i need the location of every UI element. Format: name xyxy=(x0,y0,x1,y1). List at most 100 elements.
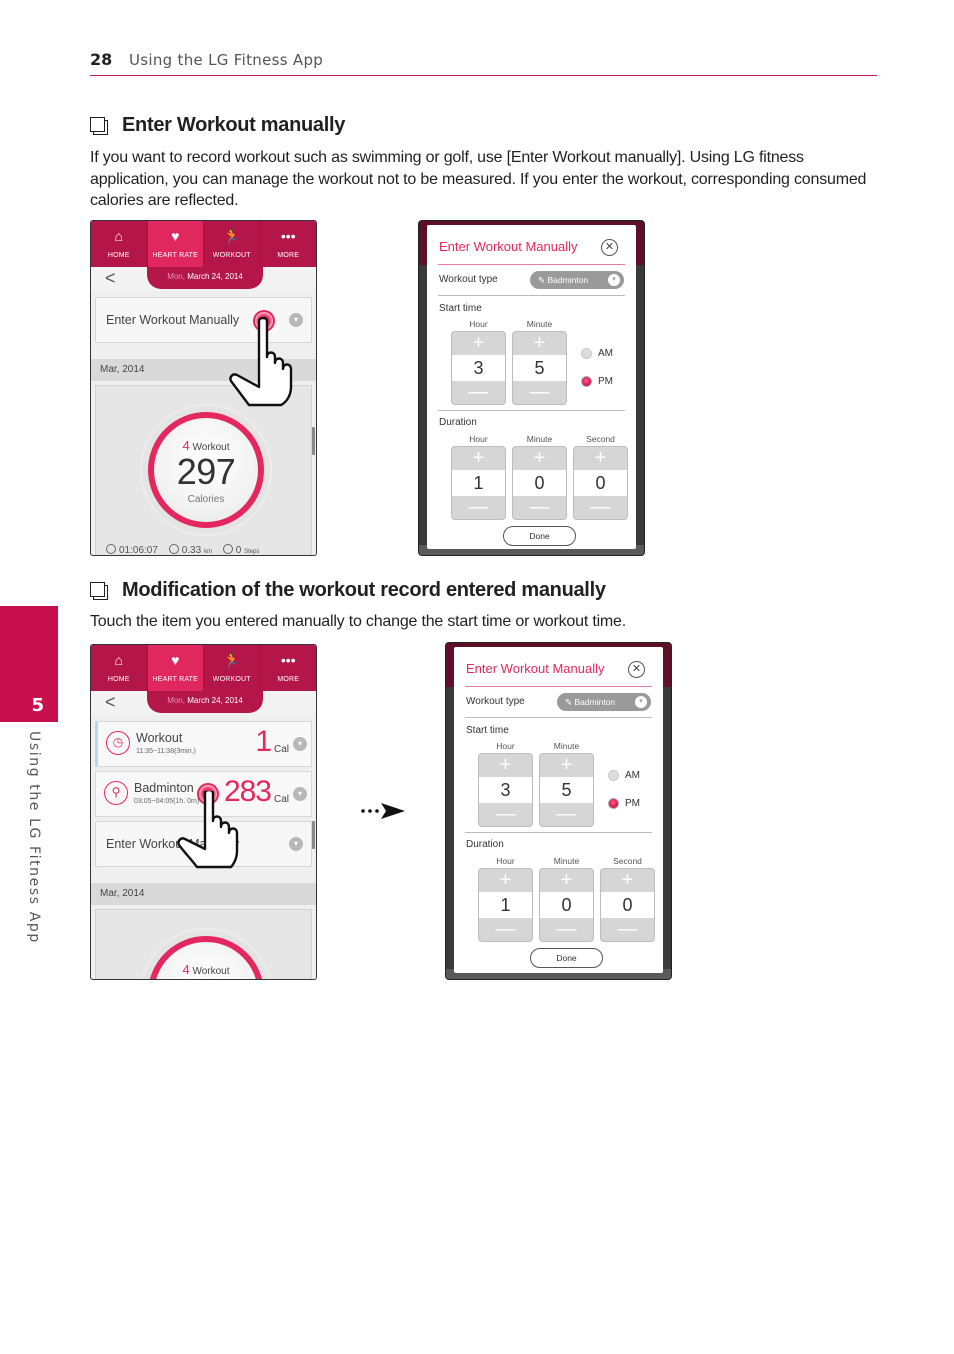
close-icon[interactable]: ✕ xyxy=(601,239,618,256)
chapter-label: Using the LG Fitness App xyxy=(26,731,42,944)
start-minute-value[interactable]: 5 xyxy=(540,777,593,803)
decrement-button[interactable]: — xyxy=(540,803,593,826)
done-button[interactable]: Done xyxy=(503,526,576,546)
month-header: Mar, 2014 xyxy=(91,883,316,905)
tab-more[interactable]: ••• MORE xyxy=(261,645,317,691)
decrement-button[interactable]: — xyxy=(540,918,593,941)
decrement-button[interactable]: — xyxy=(479,803,532,826)
decrement-button[interactable]: — xyxy=(513,496,566,519)
increment-button[interactable]: + xyxy=(479,754,532,777)
summary-stats: 01:06:07 0.33 km 0 Steps xyxy=(106,544,259,556)
decrement-button[interactable]: — xyxy=(452,381,505,404)
heart-rate-icon: ♥ xyxy=(171,228,180,244)
increment-button[interactable]: + xyxy=(540,869,593,892)
increment-button[interactable]: + xyxy=(574,447,627,470)
decrement-button[interactable]: — xyxy=(452,496,505,519)
done-button[interactable]: Done xyxy=(530,948,603,968)
steps-icon xyxy=(222,544,233,554)
date-bar: < Mon, March 24, 2014 xyxy=(91,691,316,715)
decrement-button[interactable]: — xyxy=(574,496,627,519)
daily-summary-panel: 4 Workout xyxy=(95,909,312,979)
increment-button[interactable]: + xyxy=(452,447,505,470)
page-header: 28 Using the LG Fitness App xyxy=(90,48,877,76)
am-radio[interactable]: AM xyxy=(608,770,640,781)
home-icon: ⌂ xyxy=(114,652,123,668)
pointing-hand-icon xyxy=(229,317,293,407)
tab-workout[interactable]: 🏃 WORKOUT xyxy=(204,221,261,267)
workout-type-dropdown[interactable]: ✎ Badminton ▾ xyxy=(557,693,651,711)
speed-icon xyxy=(168,544,179,554)
tab-workout[interactable]: 🏃 WORKOUT xyxy=(204,645,261,691)
duration-second-value[interactable]: 0 xyxy=(574,470,627,496)
start-hour-value[interactable]: 3 xyxy=(452,355,505,381)
scrollbar[interactable] xyxy=(312,821,315,849)
section-body: If you want to record workout such as sw… xyxy=(90,149,867,209)
duration-hour-value[interactable]: 1 xyxy=(479,892,532,918)
workout-type-dropdown[interactable]: ✎ Badminton ▾ xyxy=(530,271,624,289)
duration-minute-value[interactable]: 0 xyxy=(513,470,566,496)
tab-heart-rate[interactable]: ♥ HEART RATE xyxy=(147,221,204,267)
am-radio[interactable]: AM xyxy=(581,348,613,359)
app-tab-bar: ⌂ HOME ♥ HEART RATE 🏃 WORKOUT ••• MORE xyxy=(91,221,316,267)
home-icon: ⌂ xyxy=(114,228,123,244)
duration-hour-spinner: + 1 — xyxy=(478,868,533,942)
chapter-number: 5 xyxy=(31,695,44,716)
record-item-workout[interactable]: ◷ Workout 11:35~11:38(3min.) 1 Cal ▾ xyxy=(95,721,312,767)
shuttlecock-icon: ⚲ xyxy=(104,781,128,805)
duration-second-value[interactable]: 0 xyxy=(601,892,654,918)
section-title: Enter Workout manually xyxy=(122,114,346,136)
distance-value: 0.33 xyxy=(181,545,202,556)
section-title: Modification of the workout record enter… xyxy=(122,579,606,601)
tab-heart-rate[interactable]: ♥ HEART RATE xyxy=(147,645,204,691)
app-screen-records: ⌂ HOME ♥ HEART RATE 🏃 WORKOUT ••• MORE <… xyxy=(90,644,317,980)
pointing-hand-icon xyxy=(177,791,239,869)
duration-minute-value[interactable]: 0 xyxy=(540,892,593,918)
back-arrow-icon[interactable]: < xyxy=(105,692,116,712)
increment-button[interactable]: + xyxy=(513,332,566,355)
running-header: Using the LG Fitness App xyxy=(129,51,324,69)
enter-workout-dialog-screen: Enter Workout Manually ✕ Workout type ✎ … xyxy=(418,220,645,556)
chevron-down-icon: ▾ xyxy=(635,696,647,708)
page-number: 28 xyxy=(90,50,113,69)
enter-workout-dialog: Enter Workout Manually ✕ Workout type ✎ … xyxy=(454,647,663,973)
app-tab-bar: ⌂ HOME ♥ HEART RATE 🏃 WORKOUT ••• MORE xyxy=(91,645,316,691)
scrollbar[interactable] xyxy=(312,427,315,455)
increment-button[interactable]: + xyxy=(479,869,532,892)
decrement-button[interactable]: — xyxy=(601,918,654,941)
tab-home[interactable]: ⌂ HOME xyxy=(91,221,148,267)
decrement-button[interactable]: — xyxy=(479,918,532,941)
increment-button[interactable]: + xyxy=(601,869,654,892)
increment-button[interactable]: + xyxy=(513,447,566,470)
dialog-title: Enter Workout Manually xyxy=(439,239,578,254)
start-minute-value[interactable]: 5 xyxy=(513,355,566,381)
close-icon[interactable]: ✕ xyxy=(628,661,645,678)
decrement-button[interactable]: — xyxy=(513,381,566,404)
increment-button[interactable]: + xyxy=(452,332,505,355)
section-heading-enter-workout: Enter Workout manually xyxy=(90,114,345,137)
runner-icon: 🏃 xyxy=(223,652,241,668)
heart-rate-icon: ♥ xyxy=(171,652,180,668)
chevron-down-icon[interactable]: ▾ xyxy=(289,837,303,851)
next-step-arrow-icon xyxy=(361,803,405,819)
chevron-down-icon[interactable]: ▾ xyxy=(293,787,307,801)
calories-total: 297 xyxy=(176,451,236,492)
duration-hour-value[interactable]: 1 xyxy=(452,470,505,496)
calorie-ring: 4 Workout xyxy=(142,930,270,979)
duration-second-spinner: + 0 — xyxy=(573,446,628,520)
increment-button[interactable]: + xyxy=(540,754,593,777)
chevron-down-icon[interactable]: ▾ xyxy=(293,737,307,751)
tab-more[interactable]: ••• MORE xyxy=(261,221,317,267)
workout-type-label: Workout type xyxy=(466,696,525,707)
pm-radio[interactable]: PM xyxy=(581,376,613,387)
duration-minute-spinner: + 0 — xyxy=(512,446,567,520)
tab-home[interactable]: ⌂ HOME xyxy=(91,645,148,691)
app-screen-daily: ⌂ HOME ♥ HEART RATE 🏃 WORKOUT ••• MORE <… xyxy=(90,220,317,556)
start-hour-value[interactable]: 3 xyxy=(479,777,532,803)
pm-radio[interactable]: PM xyxy=(608,798,640,809)
duration-value: 01:06:07 xyxy=(119,545,158,556)
start-hour-spinner: + 3 — xyxy=(451,331,506,405)
start-time-label: Start time xyxy=(439,303,482,314)
back-arrow-icon[interactable]: < xyxy=(105,268,116,288)
more-icon: ••• xyxy=(280,652,296,668)
start-time-label: Start time xyxy=(466,725,509,736)
